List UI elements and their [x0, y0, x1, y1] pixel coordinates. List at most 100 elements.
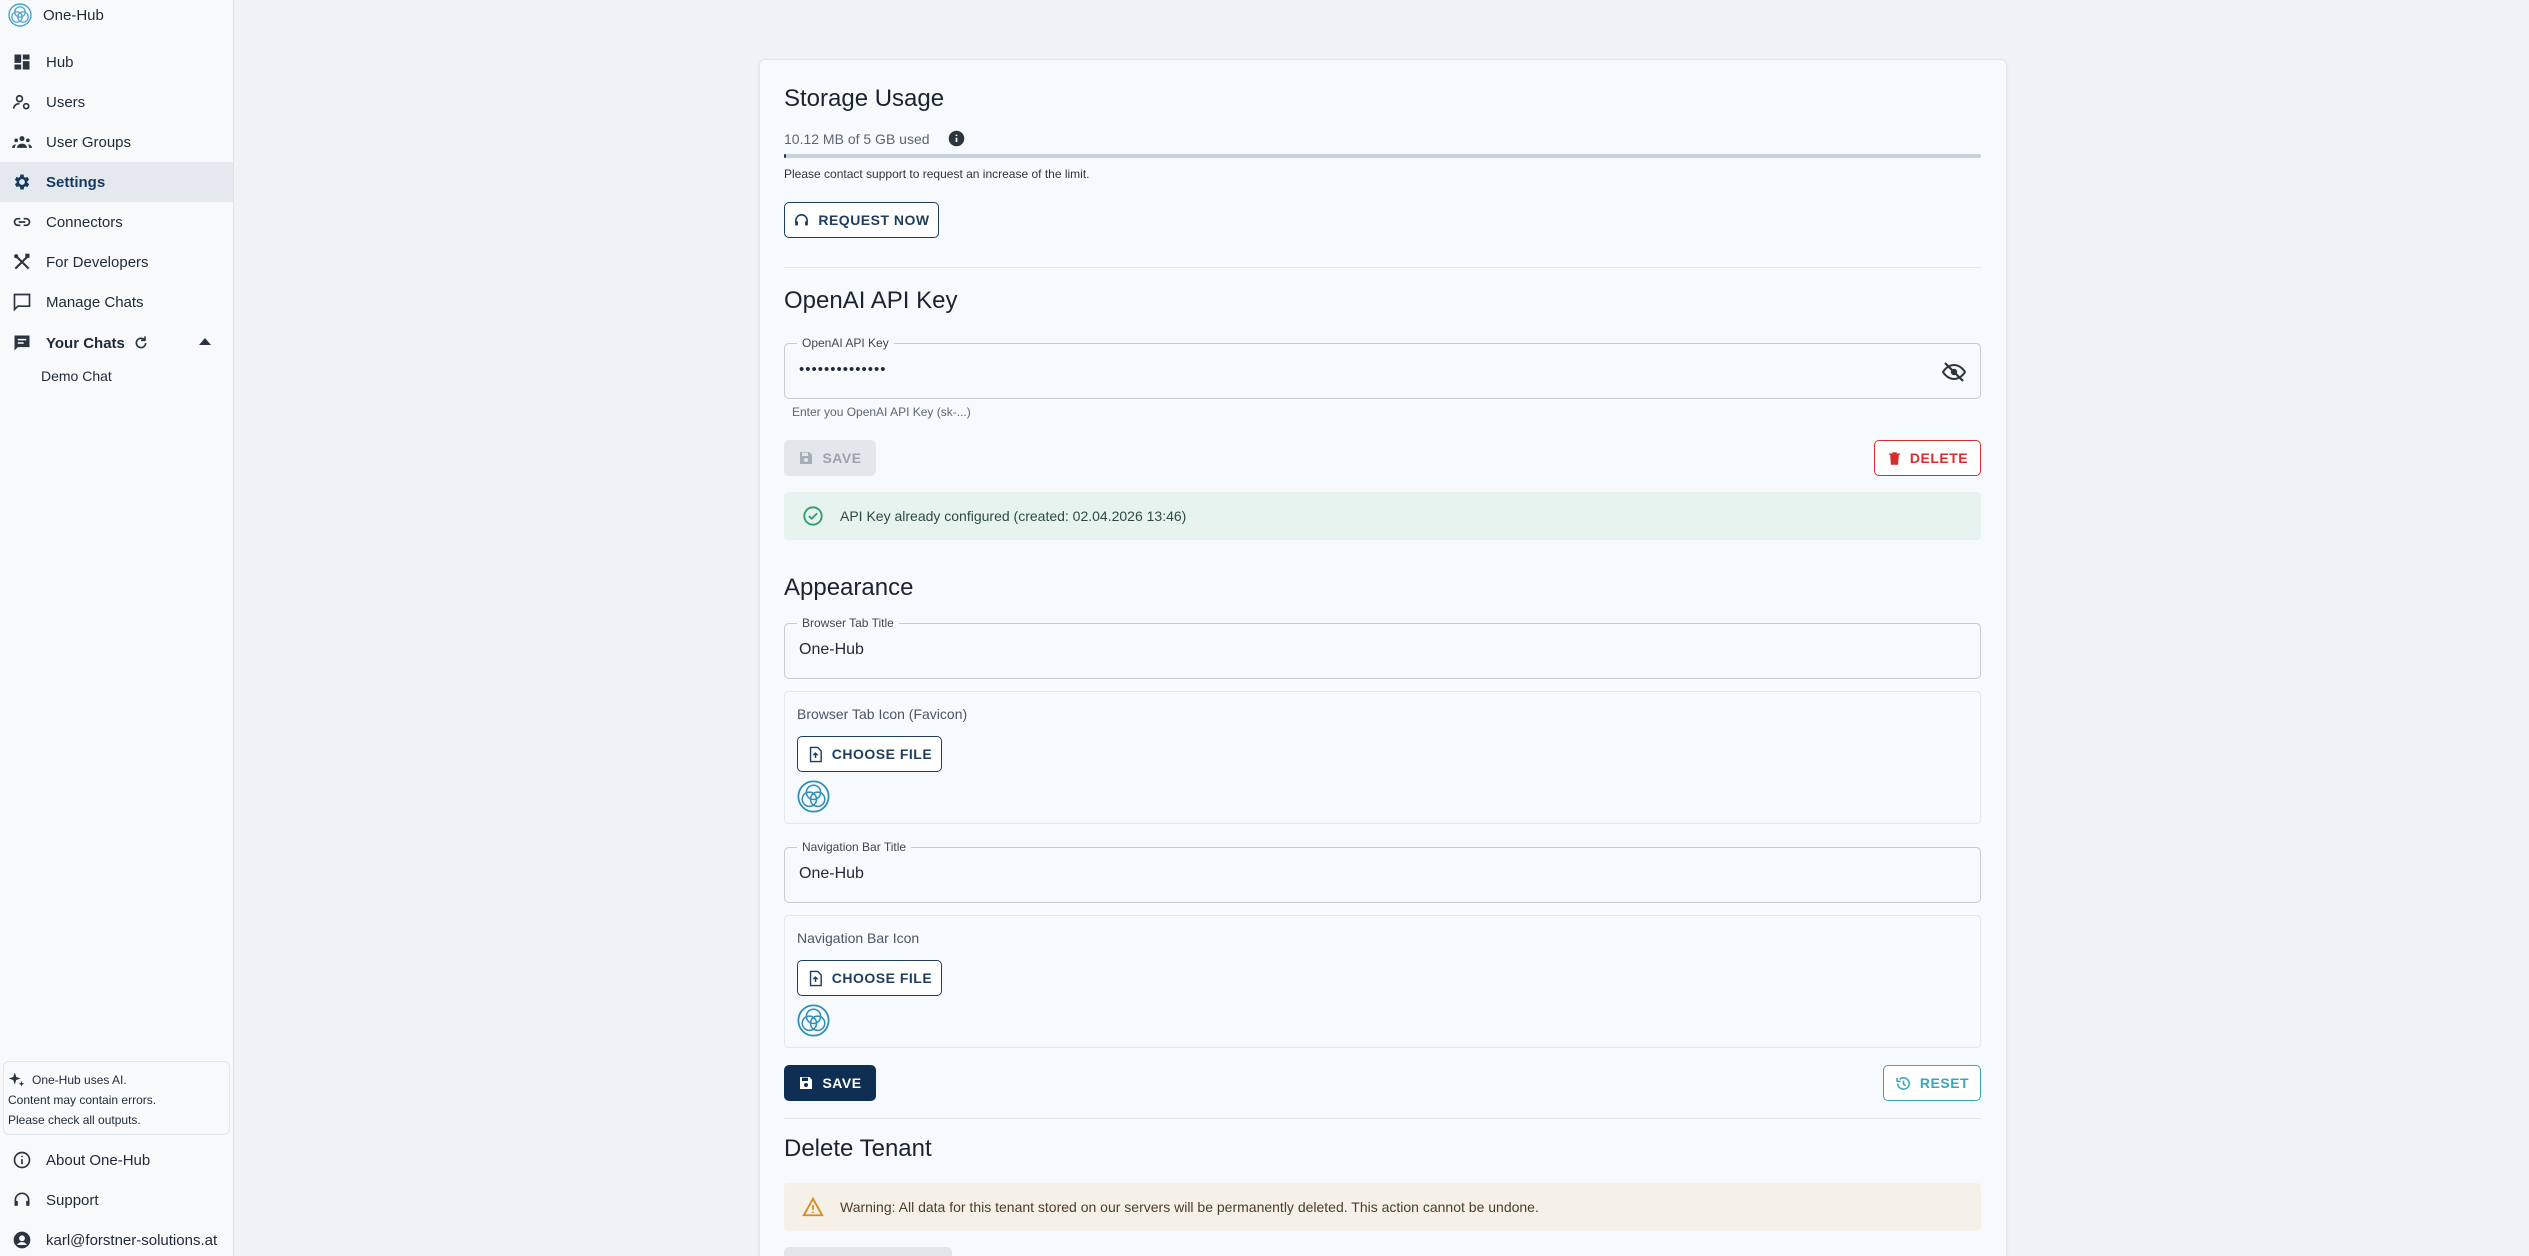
one-hub-logo-icon — [8, 3, 32, 27]
sidebar-item-label: Support — [46, 1191, 99, 1209]
chat-item-demo-chat[interactable]: Demo Chat — [41, 368, 112, 384]
ai-note-line1: One-Hub uses AI. — [32, 1073, 127, 1087]
sidebar-item-hub[interactable]: Hub — [0, 42, 233, 82]
dashboard-icon — [12, 52, 32, 72]
nav-icon-choose-file-label: CHOOSE FILE — [831, 970, 933, 986]
sidebar-item-for-developers[interactable]: For Developers — [0, 242, 233, 282]
ai-note-line3: Please check all outputs. — [8, 1113, 141, 1127]
nav-icon-upload-box: Navigation Bar Icon CHOOSE FILE — [784, 915, 1981, 1048]
sidebar-item-about[interactable]: About One-Hub — [0, 1140, 233, 1180]
nav-icon-label: Navigation Bar Icon — [797, 930, 920, 946]
sidebar-item-settings[interactable]: Settings — [0, 162, 233, 202]
your-chats-label: Your Chats — [46, 334, 125, 352]
favicon-choose-file-button[interactable]: CHOOSE FILE — [797, 736, 942, 772]
request-now-button[interactable]: REQUEST NOW — [784, 202, 939, 238]
openai-save-button[interactable]: SAVE — [784, 440, 876, 476]
sidebar-item-user-groups[interactable]: User Groups — [0, 122, 233, 162]
favicon-preview-icon — [797, 780, 830, 813]
storage-usage-text: 10.12 MB of 5 GB used — [784, 130, 930, 147]
appearance-reset-button[interactable]: RESET — [1883, 1065, 1981, 1101]
sidebar: One-Hub Hub Users User Groups Settings C… — [0, 0, 234, 1256]
openai-key-label: OpenAI API Key — [797, 336, 894, 350]
sidebar-item-connectors[interactable]: Connectors — [0, 202, 233, 242]
trash-icon — [1888, 451, 1900, 465]
save-icon — [800, 452, 813, 464]
nav-bar-title-field[interactable]: Navigation Bar Title One-Hub — [784, 840, 1981, 903]
sidebar-item-label: Manage Chats — [46, 293, 144, 311]
save-icon — [800, 1077, 813, 1089]
divider — [784, 1118, 1981, 1119]
favicon-choose-file-label: CHOOSE FILE — [831, 746, 933, 762]
info-icon — [13, 1151, 31, 1169]
openai-title: OpenAI API Key — [784, 287, 958, 314]
delete-tenant-warning: Warning: All data for this tenant stored… — [784, 1183, 1981, 1231]
settings-card: Storage Usage 10.12 MB of 5 GB used Plea… — [759, 59, 2007, 1256]
sidebar-item-label: Connectors — [46, 213, 123, 231]
openai-delete-label: DELETE — [1909, 450, 1969, 466]
delete-tenant-warning-text: Warning: All data for this tenant stored… — [840, 1199, 1539, 1215]
appearance-save-label: SAVE — [822, 1075, 862, 1091]
ai-disclaimer: One-Hub uses AI. Content may contain err… — [3, 1061, 230, 1135]
storage-usage-row: 10.12 MB of 5 GB used — [784, 130, 965, 147]
favicon-upload-box: Browser Tab Icon (Favicon) CHOOSE FILE — [784, 691, 1981, 824]
sidebar-item-account[interactable]: karl@forstner-solutions.at — [0, 1220, 233, 1256]
link-icon — [12, 212, 32, 232]
nav-bar-title-label: Navigation Bar Title — [797, 840, 912, 854]
account-icon — [13, 1231, 31, 1249]
openai-save-label: SAVE — [822, 450, 862, 466]
headset-icon — [14, 1192, 30, 1206]
browser-tab-title-field[interactable]: Browser Tab Title One-Hub — [784, 616, 1981, 679]
request-now-label: REQUEST NOW — [818, 212, 930, 228]
headset-icon — [795, 213, 809, 225]
divider — [784, 267, 1981, 268]
chat-bubble-icon — [12, 292, 32, 312]
appearance-save-button[interactable]: SAVE — [784, 1065, 876, 1101]
sidebar-item-users[interactable]: Users — [0, 82, 233, 122]
sidebar-item-label: User Groups — [46, 133, 132, 151]
history-icon — [1896, 1076, 1910, 1090]
nav-icon-choose-file-button[interactable]: CHOOSE FILE — [797, 960, 942, 996]
browser-tab-title-input[interactable]: One-Hub — [799, 641, 864, 659]
openai-key-input[interactable]: •••••••••••••• — [799, 361, 887, 378]
check-circle-icon — [803, 506, 823, 526]
account-email: karl@forstner-solutions.at — [46, 1231, 218, 1249]
browser-tab-title-label: Browser Tab Title — [797, 616, 899, 630]
favicon-label: Browser Tab Icon (Favicon) — [797, 706, 968, 722]
sidebar-your-chats[interactable]: Your Chats — [0, 323, 233, 363]
chat-lines-icon — [12, 333, 32, 353]
tools-icon — [12, 252, 32, 272]
groups-icon — [12, 132, 32, 152]
sidebar-item-label: Hub — [46, 53, 74, 71]
sidebar-item-label: For Developers — [46, 253, 149, 271]
sparkle-icon — [8, 1072, 25, 1087]
openai-key-field[interactable]: OpenAI API Key •••••••••••••• — [784, 336, 1981, 399]
sidebar-item-label: Users — [46, 93, 86, 111]
gear-icon — [12, 172, 32, 192]
nav-bar-title-input[interactable]: One-Hub — [799, 865, 864, 883]
storage-note: Please contact support to request an inc… — [784, 167, 1090, 181]
delete-tenant-title: Delete Tenant — [784, 1135, 932, 1162]
api-key-status-alert: API Key already configured (created: 02.… — [784, 492, 1981, 540]
nav-icon-preview-icon — [797, 1004, 830, 1037]
openai-delete-button[interactable]: DELETE — [1874, 440, 1981, 476]
sidebar-item-support[interactable]: Support — [0, 1180, 233, 1220]
refresh-icon[interactable] — [133, 335, 149, 351]
brand-name: One-Hub — [43, 6, 104, 24]
appearance-reset-label: RESET — [1919, 1075, 1970, 1091]
openai-key-helper: Enter you OpenAI API Key (sk-...) — [792, 405, 971, 419]
user-gear-icon — [12, 92, 32, 112]
ai-note-line2: Content may contain errors. — [8, 1093, 157, 1107]
visibility-off-icon[interactable] — [1942, 360, 1966, 384]
sidebar-item-label: Settings — [46, 173, 106, 191]
storage-progress-bar — [784, 154, 1981, 158]
file-upload-icon — [809, 970, 822, 986]
delete-tenant-button[interactable] — [784, 1247, 952, 1256]
warning-icon — [802, 1196, 824, 1217]
collapse-icon[interactable] — [199, 338, 211, 345]
sidebar-item-manage-chats[interactable]: Manage Chats — [0, 282, 233, 322]
brand[interactable]: One-Hub — [8, 2, 104, 28]
info-icon[interactable] — [948, 130, 965, 147]
file-upload-icon — [809, 746, 822, 762]
storage-title: Storage Usage — [784, 85, 945, 112]
appearance-title: Appearance — [784, 574, 914, 601]
